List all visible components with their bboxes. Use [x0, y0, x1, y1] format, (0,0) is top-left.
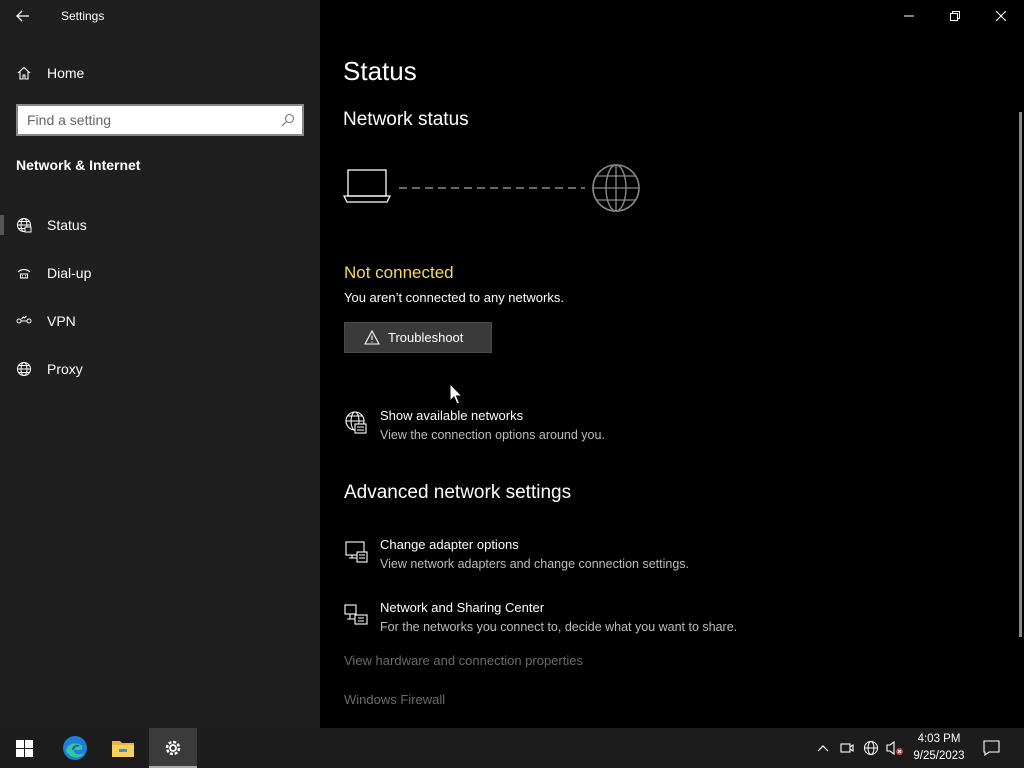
adapter-icon [344, 539, 368, 565]
network-globe-icon [864, 741, 878, 755]
taskbar-settings-button[interactable] [149, 728, 197, 768]
network-sharing-center-link[interactable]: Network and Sharing Center For the netwo… [344, 600, 737, 634]
close-button[interactable] [978, 0, 1024, 32]
search-icon[interactable] [274, 106, 302, 134]
laptop-icon [342, 169, 392, 203]
minimize-icon [904, 15, 914, 17]
back-button[interactable] [0, 0, 46, 32]
title-bar: Settings [0, 0, 320, 32]
camera-icon [840, 743, 854, 753]
show-available-networks-link[interactable]: Show available networks View the connect… [344, 408, 605, 442]
globe-icon [16, 217, 32, 233]
link-subtitle: View the connection options around you. [380, 428, 605, 442]
tray-meet-now-button[interactable] [835, 728, 859, 768]
link-title: Change adapter options [380, 537, 519, 552]
link-title: Show available networks [380, 408, 524, 423]
connection-status-description: You aren’t connected to any networks. [344, 290, 564, 305]
sidebar-item-vpn[interactable]: VPN [0, 301, 320, 341]
sidebar-item-label: VPN [47, 313, 76, 329]
link-subtitle: For the networks you connect to, decide … [380, 620, 738, 634]
notification-icon [982, 740, 1000, 756]
network-status-diagram [342, 160, 643, 221]
app-title: Settings [61, 9, 105, 23]
page-title: Status [343, 56, 417, 86]
advanced-settings-heading: Advanced network settings [344, 482, 572, 503]
taskbar-clock[interactable]: 4:03 PM 9/25/2023 [906, 731, 972, 765]
start-button[interactable] [0, 728, 48, 768]
sidebar-item-status[interactable]: Status [0, 205, 320, 245]
minimize-button[interactable] [886, 0, 932, 32]
section-title: Network & Internet [16, 157, 141, 173]
dialup-icon [16, 265, 32, 281]
sidebar-item-label: Proxy [47, 361, 83, 377]
search-box[interactable] [16, 104, 304, 136]
home-label: Home [47, 65, 85, 81]
network-status-heading: Network status [343, 109, 469, 130]
taskbar-edge-button[interactable] [51, 728, 99, 768]
windows-logo-icon [15, 739, 33, 757]
edge-browser-icon [63, 736, 87, 760]
gear-icon [165, 740, 181, 756]
globe-icon [16, 361, 32, 377]
connection-status-text: Not connected [344, 263, 454, 282]
sidebar-item-home[interactable]: Home [0, 56, 320, 90]
internet-globe-icon [592, 164, 640, 212]
tray-volume-button[interactable] [883, 728, 907, 768]
clock-time: 4:03 PM [917, 733, 961, 745]
settings-sidebar: Settings Home Network & Internet Status … [0, 0, 320, 728]
link-subtitle: View network adapters and change connect… [380, 557, 689, 571]
warning-icon [364, 330, 380, 345]
sidebar-item-proxy[interactable]: Proxy [0, 349, 320, 389]
taskbar-file-explorer-button[interactable] [99, 728, 147, 768]
sidebar-item-label: Dial-up [47, 265, 92, 281]
network-globe-icon [344, 410, 368, 436]
troubleshoot-button[interactable]: Troubleshoot [344, 322, 492, 353]
show-hidden-icons-button[interactable] [811, 728, 835, 768]
troubleshoot-label: Troubleshoot [388, 330, 464, 345]
sidebar-item-label: Status [47, 217, 87, 233]
window-controls [886, 0, 1024, 32]
link-title: Network and Sharing Center [380, 600, 545, 615]
sharing-center-icon [344, 602, 368, 628]
windows-firewall-link[interactable]: Windows Firewall [344, 692, 445, 707]
change-adapter-options-link[interactable]: Change adapter options View network adap… [344, 537, 689, 571]
vpn-icon [16, 313, 32, 329]
chevron-up-icon [817, 745, 829, 752]
restore-button[interactable] [932, 0, 978, 32]
volume-muted-icon [886, 740, 903, 756]
restore-icon [950, 11, 960, 21]
clock-date: 9/25/2023 [913, 750, 965, 762]
tray-network-button[interactable] [859, 728, 883, 768]
hardware-properties-link[interactable]: View hardware and connection properties [344, 653, 583, 668]
close-icon [996, 11, 1006, 21]
main-content: Status Network status Not connected You … [320, 0, 1024, 728]
sidebar-item-dialup[interactable]: Dial-up [0, 253, 320, 293]
back-arrow-icon [16, 10, 29, 22]
search-input[interactable] [18, 106, 274, 134]
action-center-button[interactable] [979, 728, 1003, 768]
home-icon [16, 65, 32, 81]
scrollbar[interactable] [1019, 112, 1022, 637]
folder-icon [112, 741, 134, 757]
taskbar: 4:03 PM 9/25/2023 [0, 728, 1024, 768]
mouse-cursor-icon [449, 383, 463, 405]
